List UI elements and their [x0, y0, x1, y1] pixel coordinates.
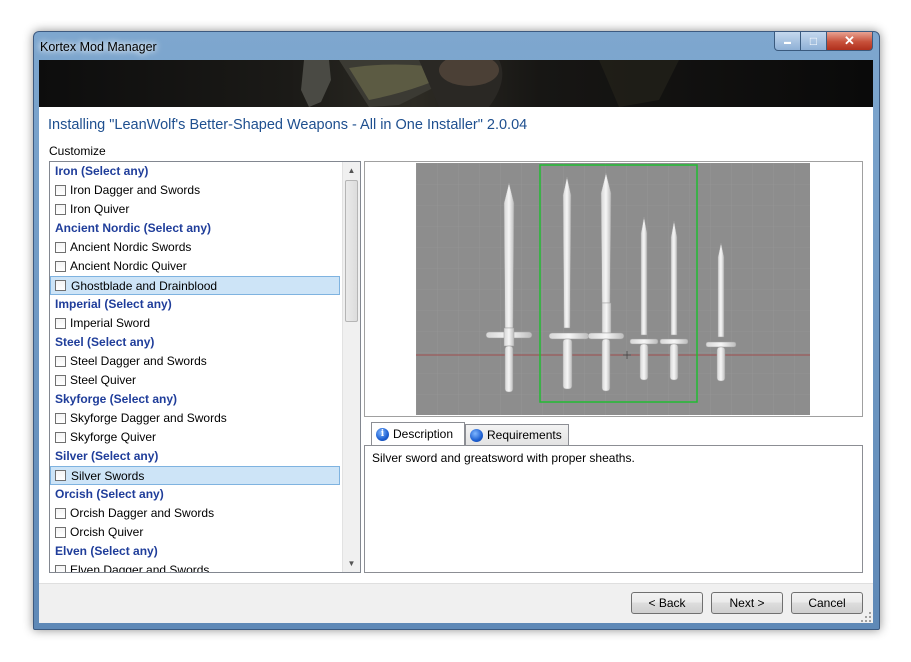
option-checkbox[interactable]	[55, 527, 66, 538]
option-item[interactable]: Ancient Nordic Quiver	[50, 257, 342, 276]
maximize-button[interactable]: □	[801, 32, 827, 51]
option-group-header: Orcish (Select any)	[55, 487, 164, 501]
preview-image-panel	[364, 161, 863, 417]
option-checkbox[interactable]	[55, 375, 66, 386]
tab-description[interactable]: i Description	[371, 422, 465, 445]
option-checkbox[interactable]	[55, 242, 66, 253]
option-item[interactable]: Steel Quiver	[50, 371, 342, 390]
option-group-header: Imperial (Select any)	[55, 297, 172, 311]
option-checkbox[interactable]	[55, 204, 66, 215]
option-group-header: Iron (Select any)	[55, 164, 149, 178]
option-group-header: Skyforge (Select any)	[55, 392, 178, 406]
option-item[interactable]: Ancient Nordic Swords	[50, 238, 342, 257]
requirements-icon	[470, 428, 483, 442]
option-checkbox[interactable]	[55, 318, 66, 329]
option-item[interactable]: Silver Swords	[50, 466, 340, 485]
option-item[interactable]: Ghostblade and Drainblood	[50, 276, 340, 295]
close-button[interactable]: ✕	[827, 32, 873, 51]
option-label: Orcish Quiver	[70, 525, 144, 539]
preview-image	[416, 163, 810, 415]
option-item[interactable]: Skyforge Dagger and Swords	[50, 409, 342, 428]
info-icon: i	[376, 427, 389, 441]
next-button[interactable]: Next >	[711, 592, 783, 614]
option-checkbox[interactable]	[55, 470, 66, 481]
cancel-button[interactable]: Cancel	[791, 592, 863, 614]
option-label: Skyforge Quiver	[70, 430, 157, 444]
option-checkbox[interactable]	[55, 432, 66, 443]
customize-label: Customize	[49, 144, 106, 158]
options-list-panel: Iron (Select any) Iron Dagger and Swords I…	[49, 161, 361, 573]
option-label: Imperial Sword	[70, 316, 151, 330]
installer-title: Installing "LeanWolf's Better-Shaped Wea…	[48, 117, 528, 133]
option-label: Steel Quiver	[70, 373, 137, 387]
description-panel: Silver sword and greatsword with proper …	[364, 445, 863, 573]
option-item[interactable]: Orcish Quiver	[50, 523, 342, 542]
footer-bar: < Back Next > Cancel	[39, 583, 873, 623]
option-item[interactable]: Imperial Sword	[50, 314, 342, 333]
option-label: Iron Dagger and Swords	[70, 183, 201, 197]
option-label: Ancient Nordic Quiver	[70, 259, 187, 273]
option-label: Steel Dagger and Swords	[70, 354, 207, 368]
scroll-down-icon[interactable]: ▼	[343, 555, 360, 572]
minimize-button[interactable]: ▬	[774, 32, 801, 51]
option-checkbox[interactable]	[55, 508, 66, 519]
window-title: Kortex Mod Manager	[40, 40, 157, 54]
option-group-header: Steel (Select any)	[55, 335, 155, 349]
option-checkbox[interactable]	[55, 413, 66, 424]
option-group-header: Silver (Select any)	[55, 449, 159, 463]
resize-grip-icon[interactable]	[861, 612, 871, 622]
option-checkbox[interactable]	[55, 185, 66, 196]
scroll-up-icon[interactable]: ▲	[343, 162, 360, 179]
options-list: Iron (Select any) Iron Dagger and Swords I…	[50, 162, 342, 573]
option-checkbox[interactable]	[55, 280, 66, 291]
options-scrollbar[interactable]: ▲ ▼	[342, 162, 360, 572]
option-group-header: Elven (Select any)	[55, 544, 158, 558]
option-item[interactable]: Elven Dagger and Swords	[50, 561, 342, 573]
close-icon: ✕	[844, 33, 855, 48]
option-checkbox[interactable]	[55, 261, 66, 272]
window-controls: ▬ □ ✕	[774, 32, 873, 51]
window-client-area: Installing "LeanWolf's Better-Shaped Wea…	[39, 60, 873, 623]
option-item[interactable]: Iron Dagger and Swords	[50, 181, 342, 200]
option-item[interactable]: Skyforge Quiver	[50, 428, 342, 447]
installer-content: Installing "LeanWolf's Better-Shaped Wea…	[39, 107, 873, 623]
back-button[interactable]: < Back	[631, 592, 703, 614]
option-group-header: Ancient Nordic (Select any)	[55, 221, 212, 235]
option-label: Skyforge Dagger and Swords	[70, 411, 227, 425]
header-banner-image	[39, 60, 873, 107]
option-checkbox[interactable]	[55, 565, 66, 572]
minimize-icon: ▬	[784, 39, 791, 46]
option-item[interactable]: Orcish Dagger and Swords	[50, 504, 342, 523]
option-item[interactable]: Iron Quiver	[50, 200, 342, 219]
option-checkbox[interactable]	[55, 356, 66, 367]
option-label: Ancient Nordic Swords	[70, 240, 192, 254]
installer-window: Kortex Mod Manager ▬ □ ✕ Installing "Lea…	[33, 31, 880, 630]
option-label: Silver Swords	[71, 469, 145, 483]
maximize-icon: □	[809, 34, 818, 48]
tab-description-label: Description	[393, 427, 454, 441]
tab-requirements[interactable]: Requirements	[465, 424, 569, 445]
tab-requirements-label: Requirements	[487, 428, 562, 442]
scroll-thumb[interactable]	[345, 180, 358, 322]
option-label: Orcish Dagger and Swords	[70, 506, 215, 520]
title-bar[interactable]: Kortex Mod Manager ▬ □ ✕	[34, 32, 879, 60]
option-label: Iron Quiver	[70, 202, 130, 216]
option-label: Ghostblade and Drainblood	[71, 279, 218, 293]
option-item[interactable]: Steel Dagger and Swords	[50, 352, 342, 371]
option-label: Elven Dagger and Swords	[70, 563, 210, 573]
description-text: Silver sword and greatsword with proper …	[372, 451, 635, 465]
